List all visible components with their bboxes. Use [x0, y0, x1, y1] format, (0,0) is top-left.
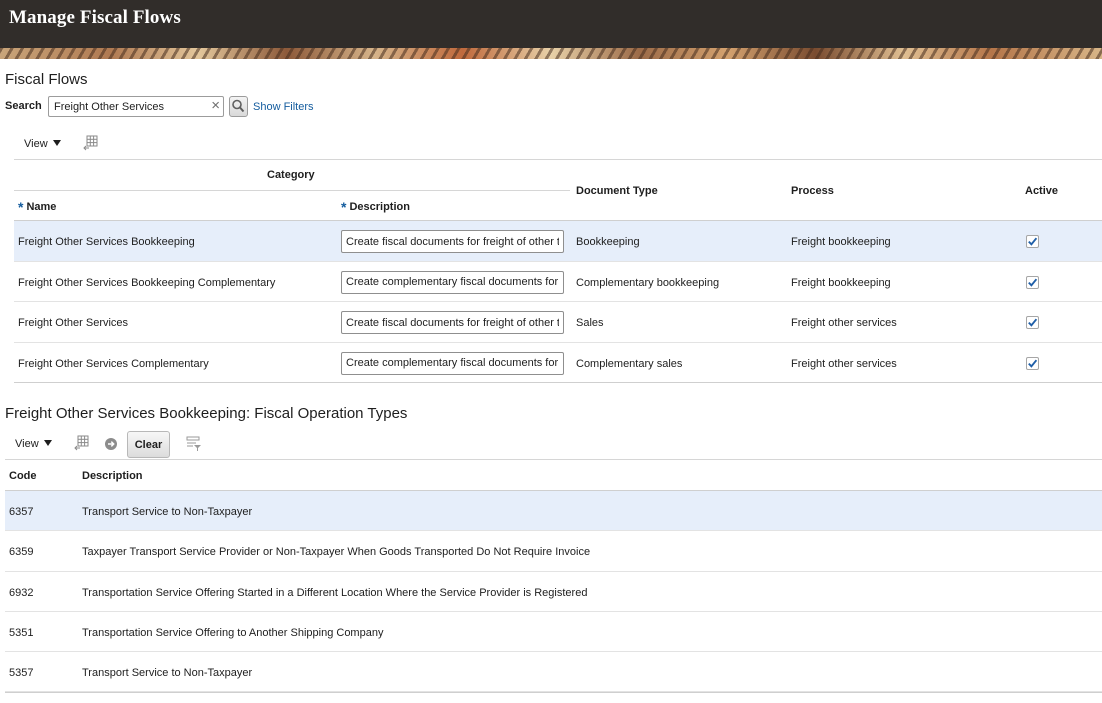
- view-menu-label: View: [15, 438, 39, 450]
- fiscal-flows-title: Fiscal Flows: [5, 71, 88, 88]
- active-checkbox[interactable]: [1026, 235, 1039, 248]
- show-filters-link[interactable]: Show Filters: [253, 101, 314, 113]
- app-header: Manage Fiscal Flows: [0, 0, 1102, 48]
- search-button[interactable]: [229, 96, 248, 117]
- active-column-header[interactable]: Active: [1025, 185, 1058, 197]
- flow-process-cell: Freight bookkeeping: [791, 276, 891, 289]
- flow-name-cell: Freight Other Services Bookkeeping Compl…: [18, 276, 276, 289]
- active-checkbox[interactable]: [1026, 316, 1039, 329]
- description-column-header[interactable]: * Description: [341, 199, 410, 215]
- flow-document-type-cell: Complementary sales: [576, 357, 683, 370]
- table-row[interactable]: Freight Other Services Bookkeeping Compl…: [14, 262, 1102, 302]
- flow-name-cell: Freight Other Services Bookkeeping: [18, 236, 195, 248]
- table-row[interactable]: Freight Other Services Bookkeeping Bookke…: [14, 221, 1102, 262]
- operation-types-title: Freight Other Services Bookkeeping: Fisc…: [5, 405, 408, 422]
- view-menu-button[interactable]: View: [24, 138, 61, 150]
- clear-search-icon[interactable]: ×: [211, 98, 220, 114]
- flow-description-input[interactable]: [341, 270, 564, 294]
- code-column-header[interactable]: Code: [9, 470, 37, 482]
- arrow-right-circle-icon: [105, 438, 117, 450]
- freeze-columns-icon: [83, 135, 98, 151]
- chevron-down-icon: [43, 440, 52, 446]
- freeze-columns-button[interactable]: [83, 135, 99, 156]
- op-description-cell: Transportation Service Offering to Anoth…: [82, 626, 384, 639]
- op-description-column-header[interactable]: Description: [82, 470, 143, 482]
- freeze-columns-icon: [74, 435, 89, 451]
- clear-button[interactable]: Clear: [127, 431, 170, 458]
- op-description-cell: Transportation Service Offering Started …: [82, 586, 588, 599]
- flow-description-input[interactable]: [341, 230, 564, 253]
- op-description-cell: Transport Service to Non-Taxpayer: [82, 667, 253, 680]
- table-row[interactable]: 6932 Transportation Service Offering Star…: [5, 572, 1102, 612]
- flow-document-type-cell: Sales: [576, 317, 604, 329]
- flow-document-type-cell: Bookkeeping: [576, 236, 640, 248]
- table-row[interactable]: Freight Other Services Complementary Comp…: [14, 343, 1102, 383]
- table2-bottom-border: [5, 692, 1102, 693]
- table-row[interactable]: 6357 Transport Service to Non-Taxpayer: [5, 491, 1102, 532]
- active-checkbox[interactable]: [1026, 356, 1039, 370]
- search-icon: [232, 99, 245, 113]
- document-type-column-header[interactable]: Document Type: [576, 185, 658, 197]
- flow-name-cell: Freight Other Services Complementary: [18, 357, 209, 370]
- checkmark-icon: [1028, 278, 1038, 287]
- name-column-label: Name: [26, 201, 57, 213]
- go-button[interactable]: [104, 437, 118, 456]
- flow-name-cell: Freight Other Services: [18, 317, 129, 329]
- checkmark-icon: [1028, 318, 1038, 327]
- freeze-columns-button[interactable]: [74, 435, 90, 456]
- op-code-cell: 6932: [9, 586, 34, 599]
- flow-process-cell: Freight other services: [791, 357, 897, 370]
- flow-description-input[interactable]: [341, 351, 564, 375]
- chevron-down-icon: [52, 140, 61, 146]
- op-description-cell: Transport Service to Non-Taxpayer: [82, 506, 253, 518]
- op-code-cell: 5351: [9, 626, 34, 639]
- name-column-header[interactable]: * Name: [18, 199, 56, 215]
- filter-button[interactable]: [186, 436, 202, 457]
- description-column-label: Description: [349, 201, 410, 213]
- page-title: Manage Fiscal Flows: [9, 7, 181, 28]
- decorative-banner: [0, 48, 1102, 59]
- op-description-cell: Taxpayer Transport Service Provider or N…: [82, 546, 591, 559]
- search-label: Search: [5, 100, 42, 112]
- search-input[interactable]: [49, 97, 204, 116]
- op-code-cell: 6359: [9, 546, 34, 559]
- table-row[interactable]: 5357 Transport Service to Non-Taxpayer: [5, 652, 1102, 693]
- category-group-divider: [14, 190, 570, 191]
- checkmark-icon: [1028, 237, 1038, 246]
- flow-description-input[interactable]: [341, 311, 564, 334]
- table-bottom-border: [14, 382, 1102, 383]
- table-row[interactable]: Freight Other Services Sales Freight other…: [14, 302, 1102, 343]
- flow-process-cell: Freight bookkeeping: [791, 236, 891, 248]
- table-row[interactable]: 5351 Transportation Service Offering to A…: [5, 612, 1102, 653]
- search-field: ×: [48, 96, 224, 117]
- op-code-cell: 6357: [9, 506, 34, 518]
- required-indicator: *: [18, 199, 24, 215]
- checkmark-icon: [1028, 359, 1038, 368]
- category-column-group-header: Category: [267, 169, 315, 181]
- view-menu-button[interactable]: View: [15, 438, 52, 450]
- process-column-header[interactable]: Process: [791, 185, 834, 197]
- table-top-border: [14, 159, 1102, 160]
- flow-process-cell: Freight other services: [791, 317, 897, 329]
- required-indicator: *: [341, 199, 347, 215]
- view-menu-label: View: [24, 138, 48, 150]
- filter-icon: [186, 436, 201, 451]
- table2-top-border: [5, 459, 1102, 460]
- active-checkbox[interactable]: [1026, 275, 1039, 289]
- table-row[interactable]: 6359 Taxpayer Transport Service Provider …: [5, 531, 1102, 572]
- op-code-cell: 5357: [9, 667, 34, 680]
- flow-document-type-cell: Complementary bookkeeping: [576, 276, 720, 289]
